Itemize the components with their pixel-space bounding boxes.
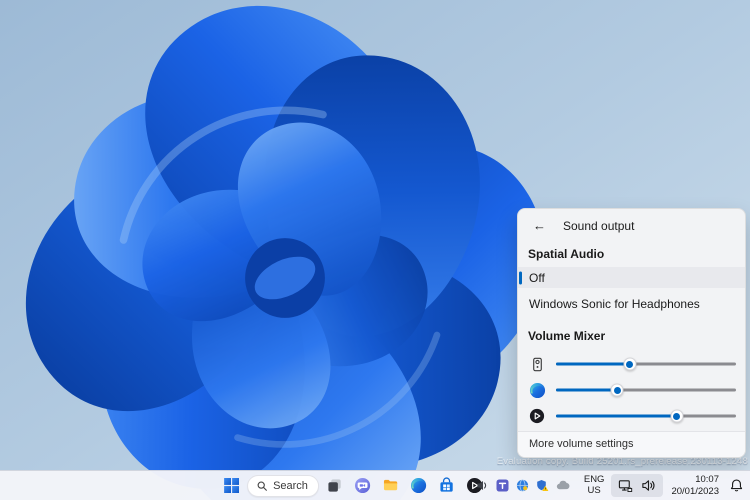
language-line1: ENG — [584, 475, 605, 486]
more-volume-settings-link[interactable]: More volume settings — [518, 431, 745, 457]
search-button[interactable]: Search — [247, 475, 319, 497]
option-label: Windows Sonic for Headphones — [529, 297, 700, 311]
language-indicator[interactable]: ENG US — [578, 475, 611, 497]
back-icon[interactable]: ← — [531, 218, 548, 233]
tray-hidden-icons — [474, 479, 577, 492]
edge-volume-slider[interactable] — [556, 383, 736, 397]
windows-logo-icon — [224, 478, 239, 493]
security-warning-tray-icon[interactable] — [536, 479, 549, 492]
clock[interactable]: 10:07 20/01/2023 — [664, 474, 725, 497]
file-explorer-folder-icon — [382, 477, 399, 494]
mixer-row-media-player — [518, 403, 745, 429]
microsoft-store-button[interactable] — [435, 474, 459, 498]
flyout-title: Sound output — [563, 219, 634, 233]
clock-time: 10:07 — [671, 474, 719, 485]
system-tray: ENG US 10:07 — [474, 471, 746, 500]
teams-tray-icon[interactable] — [496, 479, 509, 492]
network-icon — [618, 478, 633, 493]
speaker-device-icon — [528, 355, 546, 373]
slider-fill — [556, 415, 677, 418]
quick-settings-button[interactable] — [611, 474, 663, 497]
taskbar: Search — [0, 470, 750, 500]
chat-button[interactable] — [351, 474, 375, 498]
mixer-row-system — [518, 351, 745, 377]
search-icon — [256, 480, 268, 492]
media-player-icon — [528, 407, 546, 425]
system-volume-slider[interactable] — [556, 357, 736, 371]
slider-thumb[interactable] — [611, 384, 624, 397]
edge-button[interactable] — [407, 474, 431, 498]
task-view-button[interactable] — [323, 474, 347, 498]
onedrive-cloud-tray-icon[interactable] — [556, 479, 570, 492]
task-view-icon — [326, 477, 343, 494]
microsoft-store-icon — [438, 477, 455, 494]
bell-icon — [729, 478, 744, 493]
spatial-audio-option-off[interactable]: Off — [518, 267, 745, 288]
volume-mixer-heading: Volume Mixer — [518, 319, 745, 349]
slider-thumb[interactable] — [623, 358, 636, 371]
chat-icon — [354, 477, 371, 494]
slider-thumb[interactable] — [670, 410, 683, 423]
slider-fill — [556, 389, 617, 392]
volume-icon — [641, 478, 656, 493]
spatial-audio-heading: Spatial Audio — [518, 240, 745, 267]
option-label: Off — [529, 271, 545, 285]
start-button[interactable] — [219, 474, 243, 498]
edge-icon — [410, 477, 427, 494]
flyout-header: ← Sound output — [518, 209, 745, 240]
volume-mixer — [518, 349, 745, 429]
language-line2: US — [584, 486, 605, 497]
taskbar-center-icons: Search — [219, 471, 487, 500]
globe-tray-icon[interactable] — [516, 479, 529, 492]
sound-output-flyout: ← Sound output Spatial Audio Off Windows… — [517, 208, 746, 458]
media-player-volume-slider[interactable] — [556, 409, 736, 423]
edge-icon — [528, 381, 546, 399]
audio-app-tray-icon[interactable] — [476, 479, 489, 492]
file-explorer-button[interactable] — [379, 474, 403, 498]
spatial-audio-option-windows-sonic[interactable]: Windows Sonic for Headphones — [518, 293, 745, 314]
mixer-row-edge — [518, 377, 745, 403]
search-label: Search — [273, 480, 308, 492]
notification-center-button[interactable] — [726, 474, 746, 498]
slider-fill — [556, 363, 630, 366]
clock-date: 20/01/2023 — [671, 486, 719, 497]
